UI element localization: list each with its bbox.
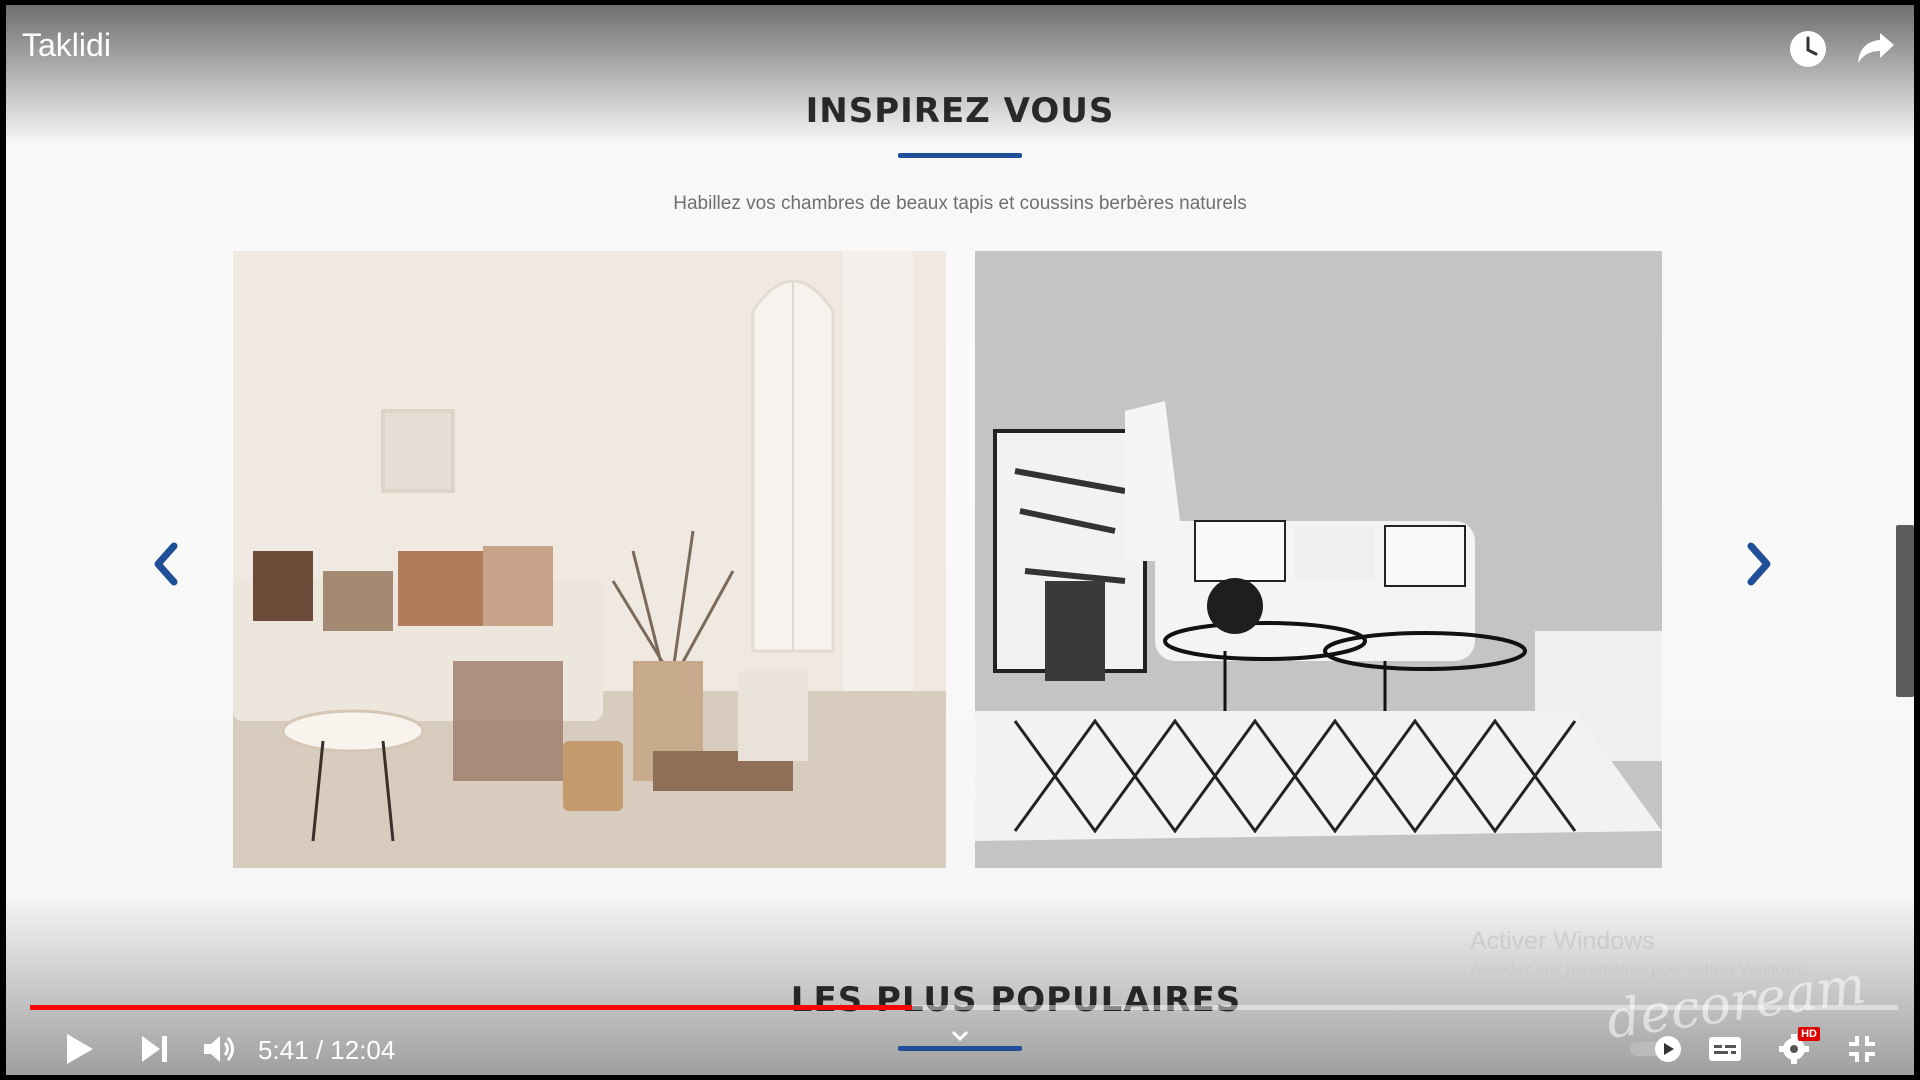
windows-activation-watermark: Activer Windows bbox=[1470, 927, 1655, 955]
progress-played bbox=[30, 1005, 913, 1010]
title-underline bbox=[898, 153, 1022, 158]
scroll-indicator-bar bbox=[898, 1046, 1022, 1051]
carousel-prev-button[interactable] bbox=[141, 535, 189, 593]
page-scrollbar-thumb[interactable] bbox=[1896, 525, 1914, 697]
section-subtitle: Habillez vos chambres de beaux tapis et … bbox=[673, 193, 1247, 214]
chevron-down-icon bbox=[951, 1030, 969, 1042]
section-title: INSPIREZ VOUS bbox=[805, 91, 1115, 131]
subtitles-icon bbox=[1709, 1037, 1741, 1061]
clock-icon bbox=[1790, 31, 1826, 67]
chevron-right-icon bbox=[1747, 542, 1771, 586]
share-icon bbox=[1858, 33, 1894, 63]
volume-button[interactable] bbox=[196, 1025, 244, 1073]
chevron-left-icon bbox=[154, 542, 178, 586]
autoplay-toggle-icon bbox=[1630, 1036, 1681, 1062]
hd-badge: HD bbox=[1798, 1027, 1820, 1041]
carousel-next-button[interactable] bbox=[1736, 535, 1784, 593]
website-page: INSPIREZ VOUS Habillez vos chambres de b… bbox=[6, 5, 1914, 1075]
living-room-illustration bbox=[233, 251, 946, 868]
inspiration-photo-living-room[interactable] bbox=[233, 251, 946, 868]
video-player[interactable]: INSPIREZ VOUS Habillez vos chambres de b… bbox=[6, 5, 1914, 1075]
subtitles-button[interactable] bbox=[1701, 1025, 1749, 1073]
berber-rug-illustration bbox=[975, 251, 1662, 868]
inspiration-photo-berber-rug[interactable] bbox=[975, 251, 1662, 868]
share-button[interactable] bbox=[1852, 25, 1900, 73]
next-video-button[interactable] bbox=[131, 1025, 179, 1073]
autoplay-toggle[interactable] bbox=[1626, 1025, 1688, 1073]
video-progress-bar[interactable] bbox=[30, 1005, 1898, 1010]
skip-next-icon bbox=[142, 1036, 167, 1062]
exit-fullscreen-button[interactable] bbox=[1838, 1025, 1886, 1073]
video-title[interactable]: Taklidi bbox=[22, 27, 111, 64]
volume-icon bbox=[204, 1036, 234, 1062]
settings-button[interactable]: HD bbox=[1770, 1025, 1820, 1073]
play-button[interactable] bbox=[56, 1025, 104, 1073]
time-display: 5:41 / 12:04 bbox=[258, 1035, 396, 1065]
play-icon bbox=[67, 1034, 93, 1064]
watch-later-button[interactable] bbox=[1784, 25, 1832, 73]
exit-fullscreen-icon bbox=[1849, 1036, 1875, 1062]
scroll-down-indicator[interactable] bbox=[898, 1030, 1022, 1054]
